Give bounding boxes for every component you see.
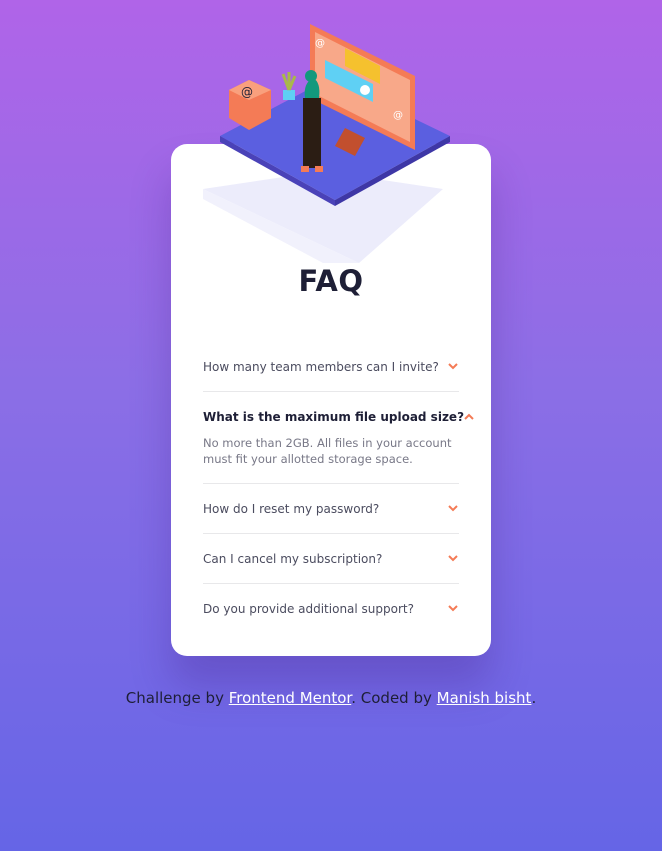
faq-item: How many team members can I invite? bbox=[203, 342, 459, 392]
woman-online-illustration: @ @ @ bbox=[220, 24, 450, 206]
faq-item: Do you provide additional support? bbox=[203, 584, 459, 633]
faq-question-text: Do you provide additional support? bbox=[203, 601, 414, 616]
chevron-down-icon bbox=[447, 555, 458, 563]
faq-card: FAQ How many team members can I invite? … bbox=[171, 144, 491, 656]
chevron-down-icon bbox=[447, 505, 458, 513]
faq-answer-text: No more than 2GB. All files in your acco… bbox=[203, 436, 452, 466]
faq-question-button[interactable]: How many team members can I invite? bbox=[203, 342, 459, 391]
faq-question-text: Can I cancel my subscription? bbox=[203, 551, 383, 566]
faq-question-text: How many team members can I invite? bbox=[203, 359, 439, 374]
frontend-mentor-link[interactable]: Frontend Mentor bbox=[229, 689, 352, 707]
chevron-up-icon bbox=[464, 413, 474, 421]
faq-item: How do I reset my password? bbox=[203, 484, 459, 534]
chevron-down-icon bbox=[447, 363, 458, 371]
svg-text:@: @ bbox=[393, 110, 403, 121]
faq-question-text: What is the maximum file upload size? bbox=[203, 409, 465, 424]
attribution-middle: . Coded by bbox=[351, 689, 432, 707]
faq-question-button[interactable]: Can I cancel my subscription? bbox=[203, 534, 459, 583]
faq-question-button[interactable]: Do you provide additional support? bbox=[203, 584, 459, 633]
page-title: FAQ bbox=[298, 264, 364, 298]
chevron-down-icon bbox=[447, 605, 458, 613]
faq-item: What is the maximum file upload size? No… bbox=[203, 392, 474, 484]
attribution-suffix: . bbox=[531, 689, 537, 707]
svg-text:@: @ bbox=[241, 85, 253, 99]
faq-item: Can I cancel my subscription? bbox=[203, 534, 459, 584]
faq-list: How many team members can I invite? What… bbox=[203, 342, 474, 633]
attribution: Challenge by Frontend Mentor. Coded by M… bbox=[0, 689, 662, 707]
author-link[interactable]: Manish bisht bbox=[437, 689, 532, 707]
faq-question-button[interactable]: How do I reset my password? bbox=[203, 484, 459, 533]
faq-question-button[interactable]: What is the maximum file upload size? bbox=[203, 392, 474, 441]
attribution-prefix: Challenge by bbox=[125, 689, 224, 707]
svg-text:@: @ bbox=[315, 38, 325, 49]
faq-question-text: How do I reset my password? bbox=[203, 501, 380, 516]
